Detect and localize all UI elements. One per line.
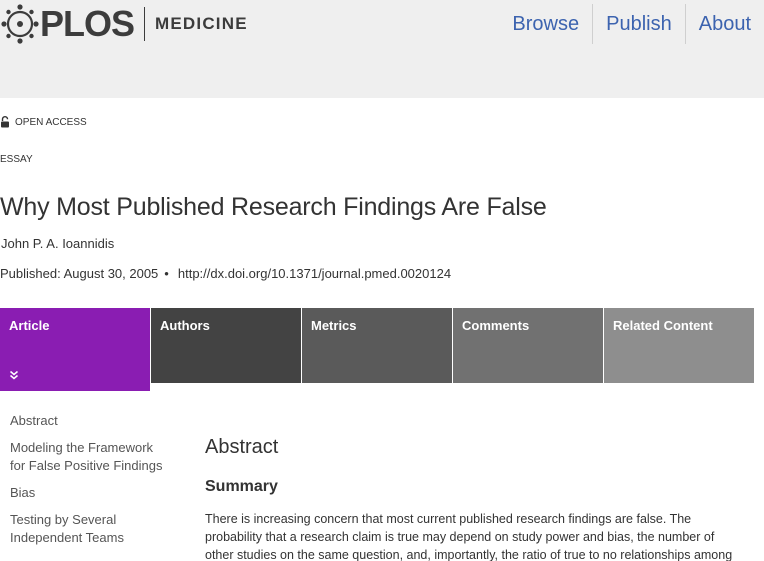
tab-comments-label: Comments	[462, 318, 530, 333]
article-title: Why Most Published Research Findings Are…	[0, 193, 547, 221]
summary-text: There is increasing concern that most cu…	[205, 512, 733, 561]
article-tabs: Article Authors Metrics Comments Related…	[0, 308, 764, 392]
outline-link-testing-teams[interactable]: Testing by Several Independent Teams	[10, 511, 170, 547]
tab-related-content[interactable]: Related Content	[604, 308, 754, 383]
tab-article-label: Article	[9, 318, 50, 333]
separator-bullet: •	[164, 266, 169, 281]
nav-about[interactable]: About	[684, 4, 764, 44]
published-date: Published: August 30, 2005	[0, 266, 159, 281]
outline-link-bias[interactable]: Bias	[10, 484, 170, 502]
outline-link-modeling-framework[interactable]: Modeling the Framework for False Positiv…	[10, 439, 170, 475]
tab-metrics[interactable]: Metrics	[302, 308, 452, 383]
journal-name: MEDICINE	[155, 14, 248, 33]
plos-logo-icon	[1, 4, 39, 44]
logo-wordmark: PLOS	[40, 3, 135, 44]
double-chevron-down-icon	[10, 370, 18, 380]
nav-browse[interactable]: Browse	[499, 4, 592, 44]
tab-article[interactable]: Article	[0, 308, 150, 391]
tab-authors-label: Authors	[160, 318, 210, 333]
open-lock-icon	[1, 116, 9, 128]
tab-metrics-label: Metrics	[311, 318, 357, 333]
article-outline: Abstract Modeling the Framework for Fals…	[10, 412, 170, 556]
open-access-badge: OPEN ACCESS	[0, 116, 87, 128]
tab-related-content-label: Related Content	[613, 318, 713, 333]
site-header: PLOS MEDICINE Browse Publish About	[0, 0, 764, 98]
author-name[interactable]: John P. A. Ioannidis	[1, 236, 114, 251]
doi-link[interactable]: http://dx.doi.org/10.1371/journal.pmed.0…	[178, 266, 451, 281]
tab-comments[interactable]: Comments	[453, 308, 603, 383]
plos-logo[interactable]: PLOS MEDICINE	[0, 2, 248, 46]
abstract-heading: Abstract	[205, 436, 279, 458]
summary-heading: Summary	[205, 478, 278, 495]
publication-info: Published: August 30, 2005 • http://dx.d…	[0, 266, 451, 281]
tab-authors[interactable]: Authors	[151, 308, 301, 383]
nav-publish[interactable]: Publish	[592, 4, 685, 44]
open-access-label: OPEN ACCESS	[15, 116, 87, 128]
outline-link-abstract[interactable]: Abstract	[10, 412, 170, 430]
logo-divider	[144, 7, 146, 41]
article-type: ESSAY	[0, 154, 33, 165]
top-navigation: Browse Publish About	[499, 4, 764, 44]
article-body: Abstract Summary There is increasing con…	[205, 436, 745, 561]
